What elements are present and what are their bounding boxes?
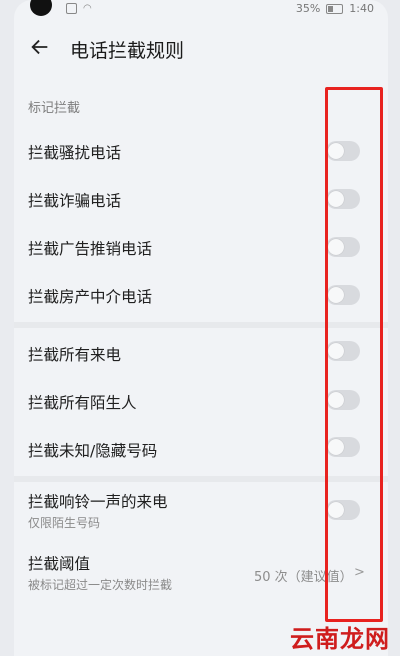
row-label: 拦截所有来电 bbox=[28, 346, 122, 364]
status-right: 35% 1:40 bbox=[296, 2, 374, 15]
battery-icon bbox=[326, 3, 344, 14]
status-left: ◠ bbox=[66, 3, 92, 14]
header: 电话拦截规则 bbox=[14, 26, 388, 70]
watermark-logo: 云南龙网 bbox=[290, 625, 390, 653]
row-label: 拦截诈骗电话 bbox=[28, 192, 122, 210]
sim-icon bbox=[66, 3, 77, 14]
row-label: 拦截响铃一声的来电 bbox=[28, 493, 168, 511]
row-label: 拦截未知/隐藏号码 bbox=[28, 442, 158, 460]
battery-percent: 35% bbox=[295, 2, 321, 15]
front-camera bbox=[30, 0, 52, 16]
wifi-icon: ◠ bbox=[83, 3, 92, 14]
row-label: 拦截房产中介电话 bbox=[28, 288, 153, 306]
back-button[interactable] bbox=[24, 31, 56, 63]
row-label: 拦截所有陌生人 bbox=[28, 394, 137, 412]
row-sublabel: 仅限陌生号码 bbox=[28, 516, 101, 530]
status-bar: ◠ 35% 1:40 bbox=[14, 0, 388, 20]
section-label-mark-block: 标记拦截 bbox=[28, 101, 81, 116]
phone-screen: ◠ 35% 1:40 电话拦截规则 标记拦截 拦截骚扰电话 拦截诈骗电话 拦截广… bbox=[14, 0, 388, 656]
row-sublabel: 被标记超过一定次数时拦截 bbox=[28, 578, 173, 592]
row-label: 拦截骚扰电话 bbox=[28, 144, 122, 162]
back-arrow-icon bbox=[31, 39, 48, 55]
row-label: 拦截广告推销电话 bbox=[28, 240, 153, 258]
row-label: 拦截阈值 bbox=[28, 555, 91, 573]
page-title: 电话拦截规则 bbox=[70, 40, 185, 62]
highlight-annotation-box bbox=[325, 87, 383, 622]
clock: 1:40 bbox=[349, 2, 374, 15]
